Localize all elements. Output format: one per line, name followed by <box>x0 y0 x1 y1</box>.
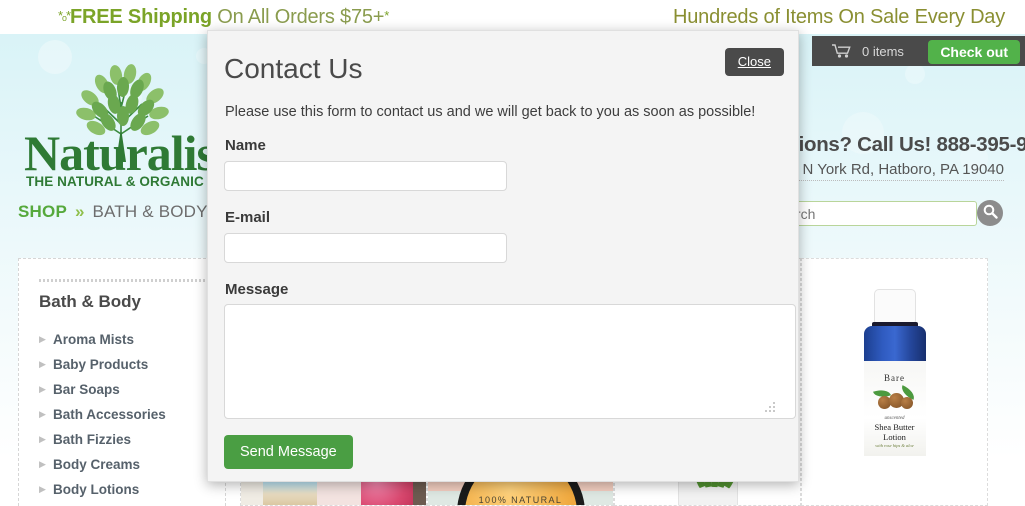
sidebar-item-label: Bath Accessories <box>53 407 166 422</box>
calendula-balm-subtitle: 100% NATURAL <box>478 495 563 505</box>
triangle-right-icon: ▶ <box>39 359 46 369</box>
nav-shop-link[interactable]: SHOP <box>18 202 67 222</box>
checkout-button[interactable]: Check out <box>928 40 1020 64</box>
breadcrumb-separator: » <box>74 202 85 221</box>
sidebar-item-label: Bar Soaps <box>53 382 120 397</box>
sidebar-item-body-lotions[interactable]: ▶ Body Lotions <box>39 477 219 502</box>
cart-bar: 0 items Check out <box>812 36 1025 66</box>
promo-free-shipping-bold: FREE Shipping <box>70 6 212 28</box>
message-field[interactable] <box>224 304 796 419</box>
sparkle-icon-right: * <box>384 8 389 23</box>
promo-sale-message: Hundreds of Items On Sale Every Day <box>673 6 1006 28</box>
email-field-label: E-mail <box>225 209 271 226</box>
modal-title: Contact Us <box>224 53 363 84</box>
search-icon <box>983 204 998 222</box>
triangle-right-icon: ▶ <box>39 409 46 419</box>
lotion-unscented: unscented <box>884 416 905 421</box>
shea-butter-lotion-product[interactable]: Bare unscented Shea Butter Lotion with r… <box>801 258 988 506</box>
sidebar-item-bath-accessories[interactable]: ▶ Bath Accessories <box>39 402 219 427</box>
triangle-right-icon: ▶ <box>39 484 46 494</box>
sidebar-item-label: Aroma Mists <box>53 332 135 347</box>
triangle-right-icon: ▶ <box>39 384 46 394</box>
triangle-right-icon: ▶ <box>39 459 46 469</box>
name-field[interactable] <box>224 161 507 191</box>
contact-us-modal: Contact Us Close Please use this form to… <box>207 30 799 482</box>
page-root: *ₒ*FREE Shipping On All Orders $75+* Hun… <box>0 0 1025 506</box>
shea-nuts-illustration <box>872 385 918 415</box>
sidebar-item-aroma-mists[interactable]: ▶ Aroma Mists <box>39 327 219 352</box>
send-message-button[interactable]: Send Message <box>224 435 353 469</box>
shea-butter-lotion-image: Bare unscented Shea Butter Lotion with r… <box>802 259 987 505</box>
sidebar-title: Bath & Body <box>39 292 141 311</box>
sidebar-item-body-creams[interactable]: ▶ Body Creams <box>39 452 219 477</box>
sidebar-item-label: Body Lotions <box>53 482 140 497</box>
sidebar-divider <box>39 279 207 282</box>
sidebar-list: ▶ Aroma Mists ▶ Baby Products ▶ Bar Soap… <box>39 327 219 506</box>
message-field-label: Message <box>225 281 289 298</box>
email-field[interactable] <box>224 233 507 263</box>
sidebar-item-label: Bath Fizzies <box>53 432 132 447</box>
sidebar-item-label: Body Creams <box>53 457 141 472</box>
triangle-right-icon: ▶ <box>39 334 46 344</box>
sidebar-item-bar-soaps[interactable]: ▶ Bar Soaps <box>39 377 219 402</box>
modal-intro-text: Please use this form to contact us and w… <box>225 104 756 120</box>
category-sidebar: Bath & Body ▶ Aroma Mists ▶ Baby Product… <box>18 258 226 506</box>
nav-category-bath-and-body[interactable]: BATH & BODY <box>92 202 207 222</box>
lotion-line-3: with rose hips & aloe <box>875 443 914 448</box>
search-button[interactable] <box>977 200 1003 226</box>
lotion-line-2: Lotion <box>883 432 906 442</box>
cart-item-count: 0 items <box>862 43 904 59</box>
close-button-label: Close <box>737 54 771 69</box>
triangle-right-icon: ▶ <box>39 434 46 444</box>
sidebar-item-body-washes[interactable]: ▶ Body Washes <box>39 502 219 506</box>
promo-bar: *ₒ*FREE Shipping On All Orders $75+* Hun… <box>0 0 1025 34</box>
promo-free-shipping-rest: On All Orders $75+ <box>211 6 385 28</box>
lotion-line-1: Shea Butter <box>874 422 915 432</box>
site-logo[interactable]: Naturalistic THE NATURAL & ORGANIC STORE <box>14 62 266 189</box>
close-button[interactable]: Close <box>724 48 784 76</box>
sidebar-item-label: Baby Products <box>53 357 149 372</box>
lotion-brand: Bare <box>884 373 905 383</box>
name-field-label: Name <box>225 137 266 154</box>
sidebar-item-baby-products[interactable]: ▶ Baby Products <box>39 352 219 377</box>
sidebar-item-bath-fizzies[interactable]: ▶ Bath Fizzies <box>39 427 219 452</box>
shopping-cart-icon <box>832 44 852 58</box>
promo-free-shipping: *ₒ*FREE Shipping On All Orders $75+* <box>58 6 389 29</box>
sparkle-icon: *ₒ* <box>58 8 71 23</box>
breadcrumb: SHOP » BATH & BODY ▼ <box>18 202 229 222</box>
